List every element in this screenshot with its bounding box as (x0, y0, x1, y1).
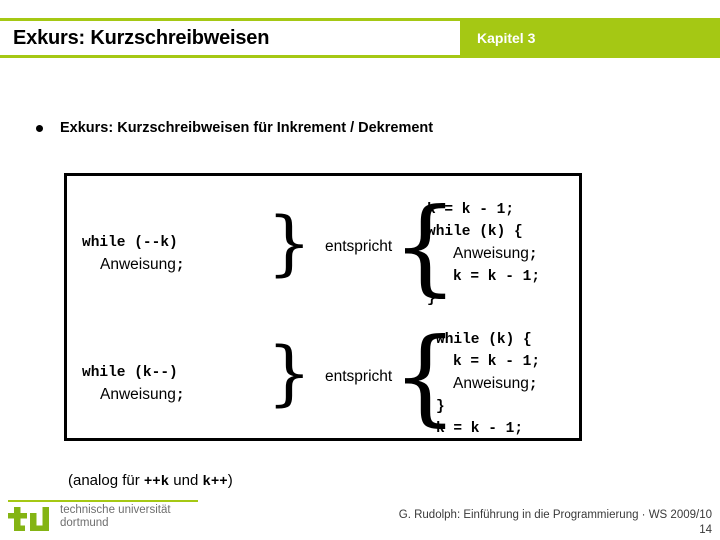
bullet-label: Exkurs: Kurzschreibweisen für Inkrement … (60, 120, 434, 136)
connector-label: entspricht (325, 368, 393, 385)
code-line: while (k) { (427, 224, 523, 240)
page-header: Exkurs: Kurzschreibweisen Kapitel 3 (0, 18, 720, 58)
code-token: Anweisung (100, 386, 176, 403)
code-line: while (k) { (427, 329, 540, 351)
analog-suffix: ) (227, 472, 233, 489)
tu-logo-line2: dortmund (60, 517, 109, 529)
tu-logo-mark-icon (8, 505, 54, 533)
code-line: while (k--) (82, 365, 178, 381)
code-line: Anweisung; (427, 373, 540, 396)
code-token: k = k - 1; (453, 354, 541, 370)
code-token: Anweisung (100, 256, 176, 273)
code-line: k = k - 1; (427, 351, 540, 373)
footer-credit-block: G. Rudolph: Einführung in die Programmie… (399, 508, 712, 538)
code-line: Anweisung; (82, 384, 185, 407)
code-line: } (427, 396, 540, 418)
code-token: k = k - 1; (453, 269, 541, 285)
analog-code-increment-prefix: ++k (143, 474, 170, 490)
chapter-label: Kapitel 3 (477, 30, 536, 46)
left-code-block: while (--k) Anweisung; (82, 232, 185, 277)
bullet-line: Exkurs: Kurzschreibweisen für Inkrement … (36, 120, 433, 136)
code-line: while (--k) (82, 235, 178, 251)
code-line: Anweisung; (427, 243, 540, 266)
code-line: k = k - 1; (427, 266, 540, 288)
equivalence-row: while (--k) Anweisung; } entspricht { k … (67, 176, 585, 310)
tu-logo-wordmark: technische universität dortmund (60, 504, 171, 530)
left-brace-glyph: } (267, 202, 312, 284)
tu-logo-line1: technische universität (60, 504, 171, 516)
code-semicolon: ; (175, 388, 185, 404)
code-line: k = k - 1; (427, 418, 540, 440)
equivalence-box: while (--k) Anweisung; } entspricht { k … (64, 173, 582, 441)
code-token: } (436, 399, 445, 415)
code-semicolon: ; (528, 247, 538, 263)
right-code-block: while (k) { k = k - 1; Anweisung; } k = … (427, 329, 540, 440)
connector-label: entspricht (325, 238, 393, 255)
right-code-block: k = k - 1; while (k) { Anweisung; k = k … (427, 199, 540, 310)
tu-dortmund-logo: technische universität dortmund (8, 504, 208, 535)
code-token: Anweisung (453, 245, 529, 262)
equivalence-row: while (k--) Anweisung; } entspricht { wh… (67, 310, 585, 438)
bullet-dot-icon (36, 124, 43, 132)
analog-note: (analog für ++k und k++) (68, 472, 233, 490)
code-token: while (k) { (436, 332, 532, 348)
analog-code-increment-postfix: k++ (202, 474, 228, 490)
left-code-block: while (k--) Anweisung; (82, 362, 185, 407)
code-line: Anweisung; (82, 254, 185, 277)
analog-prefix: (analog für (68, 472, 144, 489)
analog-middle: und (169, 472, 203, 489)
page-number: 14 (699, 524, 712, 536)
code-token: Anweisung (453, 375, 529, 392)
footer-divider (8, 500, 198, 502)
page-title: Exkurs: Kurzschreibweisen (13, 27, 270, 49)
code-token: k = k - 1; (436, 421, 524, 437)
code-semicolon: ; (175, 258, 185, 274)
header-rule-bottom (0, 55, 720, 58)
code-line: } (427, 291, 436, 307)
code-line: k = k - 1; (427, 202, 515, 218)
left-brace-glyph: } (267, 332, 312, 414)
code-semicolon: ; (528, 377, 538, 393)
footer-credit: G. Rudolph: Einführung in die Programmie… (398, 509, 712, 521)
